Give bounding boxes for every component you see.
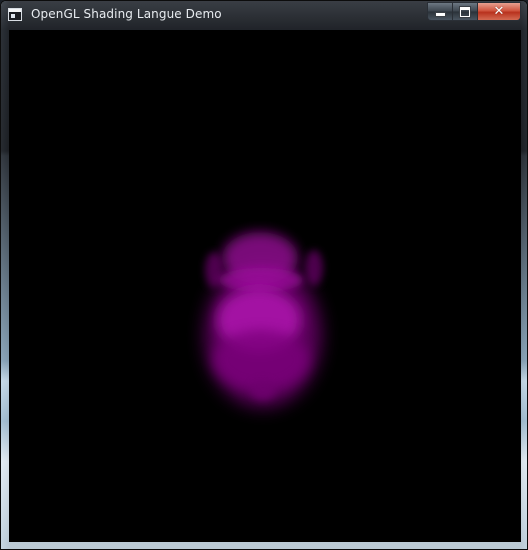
caption-buttons: ✕ [427,2,521,21]
close-button[interactable]: ✕ [477,2,521,21]
minimize-icon [434,12,446,17]
object-right-ear [305,250,323,286]
rendered-scene [205,232,323,407]
glowing-object [205,232,323,407]
title-bar[interactable]: OpenGL Shading Langue Demo ✕ [1,1,527,29]
window-title: OpenGL Shading Langue Demo [31,7,222,21]
maximize-icon [459,5,471,18]
app-window: OpenGL Shading Langue Demo ✕ [0,0,528,550]
close-icon: ✕ [493,4,505,19]
app-icon[interactable] [8,8,22,21]
maximize-button[interactable] [452,2,477,21]
minimize-button[interactable] [427,2,452,21]
opengl-viewport[interactable] [9,30,521,542]
object-bottom-tip [251,380,275,400]
